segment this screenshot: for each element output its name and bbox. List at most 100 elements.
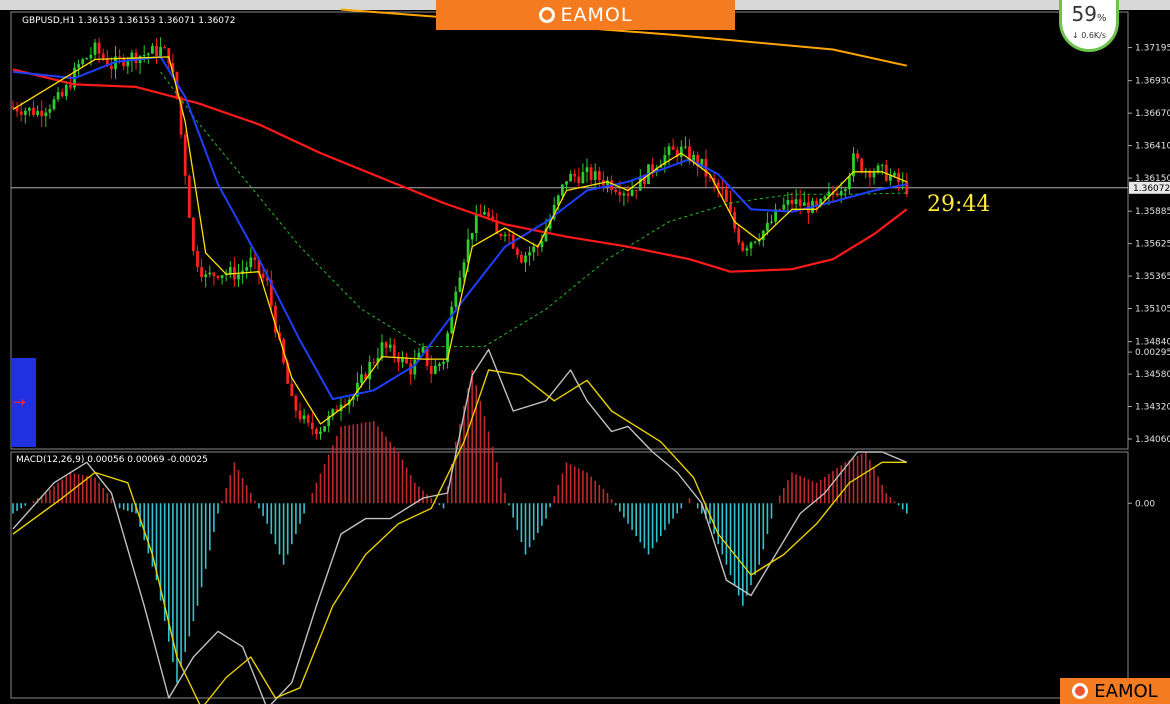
candle-body: [843, 189, 847, 192]
candle-body: [515, 248, 519, 255]
candle-body: [19, 111, 23, 115]
candle-body: [384, 342, 388, 348]
candle-body: [507, 234, 511, 236]
candle-body: [483, 212, 486, 215]
candle-body: [163, 47, 167, 49]
candle-body: [253, 257, 257, 260]
candle-body: [81, 59, 85, 65]
candle-body: [44, 112, 48, 117]
candle-body: [237, 274, 240, 280]
candle-body: [487, 212, 490, 217]
brand-logo-icon: [538, 7, 555, 23]
candle-body: [155, 46, 158, 56]
candle-body: [56, 92, 60, 100]
candle-body: [597, 171, 601, 181]
brand-name: EAMOL: [560, 4, 633, 26]
gauge-speed: ↓ 0.6K/s: [1071, 31, 1107, 40]
candle-body: [786, 199, 790, 205]
candle-body: [64, 85, 68, 97]
candle-body: [118, 56, 121, 58]
candle-body: [577, 176, 581, 184]
macd-header: MACD(12,26,9) 0.00056 0.00069 -0.00025: [16, 455, 208, 465]
candle-body: [228, 267, 232, 274]
candle-body: [581, 172, 585, 184]
price-tick-label: 1.36410: [1135, 142, 1170, 152]
candle-body: [298, 410, 302, 420]
candle-body: [261, 273, 265, 278]
candle-body: [790, 199, 794, 204]
macd-signal-line: [12, 369, 907, 704]
candle-body: [667, 146, 671, 156]
candle-body: [319, 431, 322, 434]
candle-body: [392, 344, 396, 357]
candle-body: [93, 42, 97, 55]
candle-body: [245, 267, 249, 271]
candle-body: [23, 110, 27, 115]
candle-body: [569, 173, 572, 182]
candle-body: [458, 277, 462, 292]
candle-body: [573, 173, 577, 177]
candle-body: [798, 199, 802, 206]
candle-body: [368, 361, 372, 380]
candle-body: [725, 189, 728, 202]
candle-body: [48, 109, 52, 113]
price-panel[interactable]: 1.371951.369301.366701.364101.361501.358…: [10, 8, 1170, 450]
candle-body: [585, 167, 589, 173]
candle-body: [310, 422, 314, 430]
ma-slow-line: [12, 68, 908, 273]
candle-body: [216, 275, 220, 278]
price-tick-label: 1.35625: [1135, 240, 1170, 250]
candle-body: [565, 181, 568, 185]
candle-body: [110, 65, 113, 70]
candle-body: [52, 99, 56, 110]
candle-body: [749, 242, 753, 249]
candle-body: [737, 228, 741, 243]
candle-body: [823, 196, 827, 199]
candle-body: [893, 173, 896, 176]
trading-chart: 1.371951.369301.366701.364101.361501.358…: [10, 8, 1170, 704]
candle-body: [782, 204, 786, 210]
candle-body: [85, 58, 89, 60]
candle-body: [315, 429, 318, 434]
candle-body: [520, 254, 523, 263]
gauge-percent: 59%: [1071, 2, 1107, 26]
candle-body: [187, 175, 191, 218]
candle-body: [524, 255, 527, 263]
candle-body: [503, 234, 507, 237]
candle-body: [372, 361, 376, 363]
candle-body: [200, 267, 203, 277]
candle-body: [766, 222, 769, 231]
price-tick-label: 1.35105: [1135, 305, 1170, 315]
price-tick-label: 1.37195: [1135, 44, 1170, 54]
candle-body: [622, 193, 626, 196]
candle-body: [290, 383, 294, 396]
candle-body: [651, 164, 654, 171]
candle-body: [151, 46, 154, 54]
candle-body: [462, 262, 466, 278]
price-tick-label: 1.34060: [1135, 435, 1170, 445]
candle-body: [306, 415, 310, 423]
candle-body: [77, 64, 80, 68]
current-price-label: 1.36072: [1133, 184, 1170, 194]
candle-body: [905, 181, 909, 195]
candle-body: [684, 146, 687, 148]
candle-body: [36, 110, 39, 116]
candle-body: [802, 202, 806, 206]
candle-body: [901, 181, 905, 183]
macd-panel[interactable]: 0.00295 0.00: [10, 348, 1170, 704]
price-tick-label: 1.34840: [1135, 338, 1170, 348]
macd-tick-label: 0.00: [1135, 499, 1155, 509]
candle-body: [872, 172, 876, 178]
candle-body: [212, 272, 216, 276]
candle-body: [192, 217, 195, 252]
candle-body: [528, 252, 531, 256]
price-tick-label: 1.34580: [1135, 370, 1170, 380]
candle-body: [860, 158, 864, 172]
ma-fast-line: [12, 56, 908, 425]
candle-body: [28, 107, 31, 111]
candle-body: [618, 191, 622, 196]
candle-body: [429, 366, 433, 374]
candle-body: [101, 53, 105, 59]
candle-body: [630, 190, 634, 196]
candle-body: [794, 199, 798, 204]
